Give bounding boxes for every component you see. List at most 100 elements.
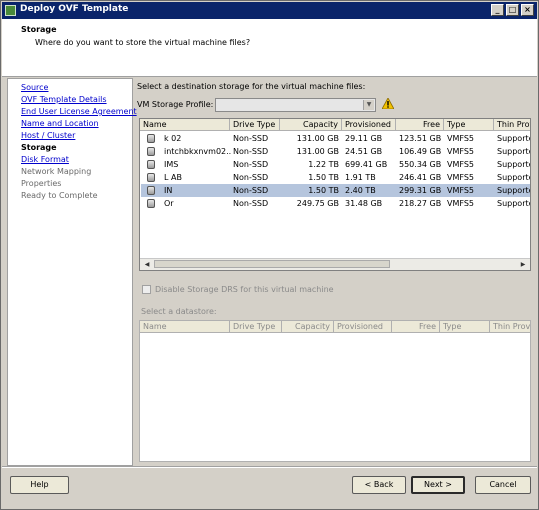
- chevron-down-icon[interactable]: ▼: [363, 100, 374, 110]
- close-button[interactable]: ×: [521, 4, 534, 16]
- horizontal-scrollbar[interactable]: ◀ ▶: [140, 258, 530, 270]
- table-row-selected[interactable]: IN Non-SSD 1.50 TB 2.40 TB 299.31 GB VMF…: [141, 184, 531, 197]
- instruction-text: Select a destination storage for the vir…: [137, 82, 366, 91]
- datastore-icon: [147, 173, 155, 182]
- table-row[interactable]: L AB Non-SSD 1.50 TB 1.91 TB 246.41 GB V…: [141, 171, 531, 184]
- row-thin-provisioning: Supporte: [497, 173, 531, 182]
- row-capacity: 249.75 GB: [296, 199, 339, 208]
- row-type: VMFS5: [447, 160, 475, 169]
- table-row[interactable]: Or Non-SSD 249.75 GB 31.48 GB 218.27 GB …: [141, 197, 531, 210]
- step-name-location[interactable]: Name and Location: [21, 119, 99, 128]
- row-capacity: 131.00 GB: [296, 134, 339, 143]
- col-header-provisioned[interactable]: Provisioned: [342, 119, 396, 131]
- ds-col-header-name: Name: [140, 321, 230, 333]
- row-free: 123.51 GB: [399, 134, 442, 143]
- table-row[interactable]: k 02 Non-SSD 131.00 GB 29.11 GB 123.51 G…: [141, 132, 531, 145]
- ds-col-header-free: Free: [392, 321, 440, 333]
- row-type: VMFS5: [447, 173, 475, 182]
- row-type: VMFS5: [447, 134, 475, 143]
- datastore-icon: [147, 160, 155, 169]
- wizard-header: Storage Where do you want to store the v…: [2, 19, 537, 77]
- row-drive-type: Non-SSD: [233, 147, 269, 156]
- ds-col-header-thin-provisioning: Thin Provis: [490, 321, 530, 333]
- col-header-free[interactable]: Free: [396, 119, 444, 131]
- row-free: 550.34 GB: [399, 160, 442, 169]
- app-icon: [5, 5, 16, 16]
- row-free: 106.49 GB: [399, 147, 442, 156]
- col-header-capacity[interactable]: Capacity: [280, 119, 342, 131]
- datastore-icon: [147, 147, 155, 156]
- step-host-cluster[interactable]: Host / Cluster: [21, 131, 75, 140]
- disable-sdrs-label: Disable Storage DRS for this virtual mac…: [155, 285, 334, 294]
- row-name: IN: [164, 186, 173, 195]
- cancel-button[interactable]: Cancel: [475, 476, 531, 494]
- row-free: 218.27 GB: [399, 199, 442, 208]
- ds-col-header-provisioned: Provisioned: [334, 321, 392, 333]
- row-free: 246.41 GB: [399, 173, 442, 182]
- row-thin-provisioning: Supporte: [497, 199, 531, 208]
- row-drive-type: Non-SSD: [233, 186, 269, 195]
- datastore-icon: [147, 199, 155, 208]
- row-thin-provisioning: Supporte: [497, 186, 531, 195]
- row-free: 299.31 GB: [399, 186, 442, 195]
- step-properties: Properties: [21, 179, 62, 188]
- step-storage: Storage: [21, 143, 57, 152]
- ds-col-header-drive-type: Drive Type: [230, 321, 282, 333]
- row-provisioned: 699.41 GB: [345, 160, 388, 169]
- row-drive-type: Non-SSD: [233, 173, 269, 182]
- vm-storage-profile-select[interactable]: ▼: [215, 98, 376, 112]
- page-title: Storage: [21, 25, 57, 34]
- row-provisioned: 2.40 TB: [345, 186, 376, 195]
- row-capacity: 1.22 TB: [308, 160, 339, 169]
- datastore-table: Name Drive Type Capacity Provisioned Fre…: [139, 118, 531, 271]
- col-header-drive-type[interactable]: Drive Type: [230, 119, 280, 131]
- row-type: VMFS5: [447, 186, 475, 195]
- back-button[interactable]: < Back: [352, 476, 406, 494]
- col-header-thin-provisioning[interactable]: Thin Provi: [494, 119, 530, 131]
- row-provisioned: 29.11 GB: [345, 134, 383, 143]
- maximize-button[interactable]: □: [506, 4, 519, 16]
- row-name: L AB: [164, 173, 182, 182]
- col-header-type[interactable]: Type: [444, 119, 494, 131]
- next-button[interactable]: Next >: [411, 476, 465, 494]
- scroll-right-icon[interactable]: ▶: [518, 260, 528, 269]
- datastore-icon: [147, 186, 155, 195]
- col-header-name[interactable]: Name: [140, 119, 230, 131]
- select-datastore-label: Select a datastore:: [141, 307, 217, 316]
- ds-col-header-capacity: Capacity: [282, 321, 334, 333]
- disable-sdrs-checkbox[interactable]: [142, 285, 151, 294]
- ds-col-header-type: Type: [440, 321, 490, 333]
- window-title: Deploy OVF Template: [20, 4, 129, 14]
- title-bar[interactable]: Deploy OVF Template _ □ ×: [2, 2, 537, 19]
- help-button[interactable]: Help: [10, 476, 69, 494]
- step-ovf-template-details[interactable]: OVF Template Details: [21, 95, 107, 104]
- storage-panel: Select a destination storage for the vir…: [131, 78, 537, 464]
- step-disk-format[interactable]: Disk Format: [21, 155, 69, 164]
- wizard-steps-panel: Source OVF Template Details End User Lic…: [7, 78, 137, 466]
- step-eula[interactable]: End User License Agreement: [21, 107, 137, 116]
- row-type: VMFS5: [447, 199, 475, 208]
- row-provisioned: 1.91 TB: [345, 173, 376, 182]
- row-name: Or: [164, 199, 174, 208]
- row-drive-type: Non-SSD: [233, 160, 269, 169]
- row-provisioned: 31.48 GB: [345, 199, 383, 208]
- step-network-mapping: Network Mapping: [21, 167, 92, 176]
- table-row[interactable]: IMS Non-SSD 1.22 TB 699.41 GB 550.34 GB …: [141, 158, 531, 171]
- warning-icon: [382, 98, 394, 109]
- row-thin-provisioning: Supporte: [497, 160, 531, 169]
- step-source[interactable]: Source: [21, 83, 48, 92]
- row-name: k 02: [164, 134, 182, 143]
- scrollbar-thumb[interactable]: [154, 260, 390, 268]
- step-ready-to-complete: Ready to Complete: [21, 191, 98, 200]
- row-type: VMFS5: [447, 147, 475, 156]
- vm-storage-profile-label: VM Storage Profile:: [137, 100, 214, 109]
- datastore-icon: [147, 134, 155, 143]
- dialog-window: Deploy OVF Template _ □ × Storage Where …: [0, 0, 539, 510]
- row-name: IMS: [164, 160, 179, 169]
- scroll-left-icon[interactable]: ◀: [142, 260, 152, 269]
- minimize-button[interactable]: _: [491, 4, 504, 16]
- row-thin-provisioning: Supporte: [497, 134, 531, 143]
- row-thin-provisioning: Supporte: [497, 147, 531, 156]
- table-row[interactable]: intchbkxnvm02... Non-SSD 131.00 GB 24.51…: [141, 145, 531, 158]
- divider: [2, 466, 537, 468]
